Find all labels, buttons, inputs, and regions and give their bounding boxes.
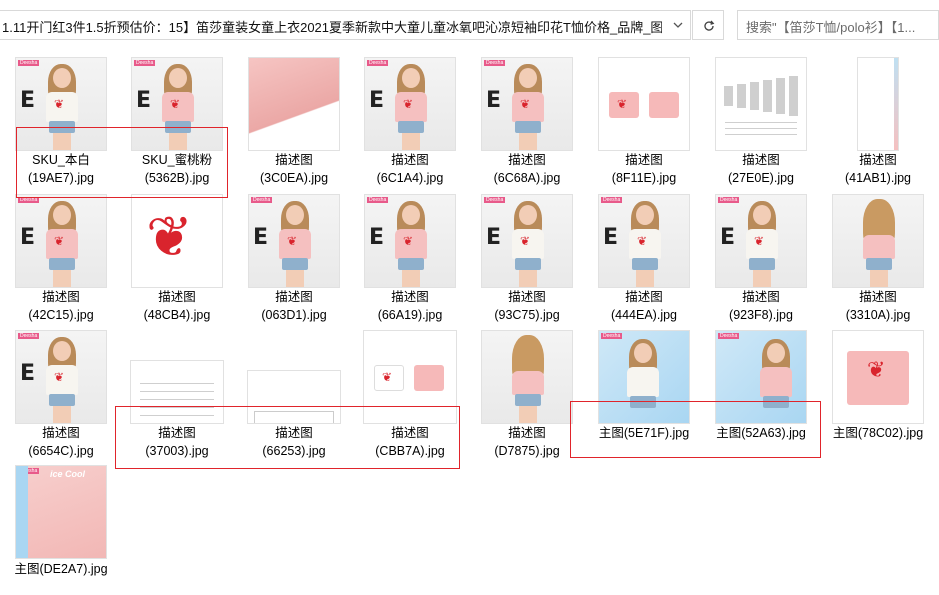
file-name-line1: 描述图 — [275, 290, 313, 304]
file-name-line1: 描述图 — [275, 153, 313, 167]
file-name-line2: (063D1).jpg — [261, 308, 327, 322]
file-name-line1: 描述图 — [158, 290, 196, 304]
file-name-line2: (444EA).jpg — [610, 308, 677, 322]
file-name-line2: (6C68A).jpg — [493, 171, 561, 185]
file-name-line1: 描述图 — [42, 290, 80, 304]
file-name-line2: (3310A).jpg — [845, 308, 911, 322]
file-name-line1: 描述图 — [391, 290, 429, 304]
file-name: 描述图 (D7875).jpg — [471, 424, 583, 460]
file-name: 描述图 (6C1A4).jpg — [354, 151, 466, 187]
file-thumbnail — [249, 58, 339, 150]
brand-badge: Deesha — [251, 197, 273, 203]
address-bar[interactable]: 1.11开门红3件1.5折预估价：15】笛莎童装女童上衣2021夏季新款中大童儿… — [0, 10, 691, 40]
file-name: 描述图 (93C75).jpg — [471, 288, 583, 324]
brand-badge: Deesha — [601, 197, 623, 203]
file-name-line2: (3C0EA).jpg — [259, 171, 329, 185]
file-thumbnail: Deesha E ❦ — [16, 195, 106, 287]
file-name-line1: 主图(DE2A7).jpg — [14, 562, 108, 576]
file-name: 描述图 (923F8).jpg — [705, 288, 817, 324]
file-name-line1: 描述图 — [859, 290, 897, 304]
file-thumbnail: Deesha E ❦ — [249, 195, 339, 287]
file-name-line2: (27E0E).jpg — [727, 171, 794, 185]
file-thumbnail — [716, 58, 806, 150]
search-input[interactable]: 搜索"【笛莎T恤/polo衫】【1... — [737, 10, 939, 40]
address-path: 1.11开门红3件1.5折预估价：15】笛莎童装女童上衣2021夏季新款中大童儿… — [2, 20, 662, 35]
file-name-line2: (D7875).jpg — [494, 444, 560, 458]
file-thumbnail: Deesha E ❦ — [482, 58, 572, 150]
file-name-line2: (93C75).jpg — [494, 308, 560, 322]
brand-badge: Deesha — [367, 60, 389, 66]
file-name: 描述图 (27E0E).jpg — [705, 151, 817, 187]
file-name: 描述图 (8F11E).jpg — [588, 151, 700, 187]
file-name-line1: 描述图 — [391, 153, 429, 167]
file-name: 描述图 (3C0EA).jpg — [238, 151, 350, 187]
file-name-line2: (66A19).jpg — [377, 308, 443, 322]
file-thumbnail: ❦ — [833, 331, 923, 423]
file-name-line1: 描述图 — [625, 153, 663, 167]
file-name-line1: 描述图 — [625, 290, 663, 304]
file-name-line1: 描述图 — [742, 290, 780, 304]
file-name-line1: 描述图 — [42, 426, 80, 440]
file-name: 主图(78C02).jpg — [822, 424, 934, 442]
file-name-line2: (6654C).jpg — [28, 444, 94, 458]
highlight-box-main — [570, 401, 821, 458]
brand-badge: Deesha — [18, 333, 40, 339]
file-name-line1: 描述图 — [508, 426, 546, 440]
file-name-line2: (923F8).jpg — [729, 308, 793, 322]
file-thumbnail: ❦ — [599, 58, 689, 150]
file-name: 描述图 (444EA).jpg — [588, 288, 700, 324]
search-placeholder: 搜索"【笛莎T恤/polo衫】【1... — [746, 20, 916, 35]
file-name-line1: 描述图 — [859, 153, 897, 167]
file-name: 描述图 (41AB1).jpg — [822, 151, 934, 187]
file-name: 描述图 (6654C).jpg — [5, 424, 117, 460]
file-name-line1: 描述图 — [742, 153, 780, 167]
file-name: 描述图 (063D1).jpg — [238, 288, 350, 324]
file-thumbnail: Deesha E ❦ — [16, 331, 106, 423]
brand-badge: Deesha — [18, 60, 40, 66]
highlight-box-desc — [115, 406, 460, 469]
file-name: 描述图 (48CB4).jpg — [121, 288, 233, 324]
file-name: 描述图 (3310A).jpg — [822, 288, 934, 324]
file-name-line2: (6C1A4).jpg — [376, 171, 444, 185]
file-thumbnail: ❦ — [132, 195, 222, 287]
file-name-line2: (42C15).jpg — [28, 308, 94, 322]
file-name: 描述图 (42C15).jpg — [5, 288, 117, 324]
file-name-line2: (48CB4).jpg — [143, 308, 211, 322]
brand-badge: Deesha — [601, 333, 623, 339]
brand-badge: Deesha — [134, 60, 156, 66]
address-toolbar: 1.11开门红3件1.5折预估价：15】笛莎童装女童上衣2021夏季新款中大童儿… — [0, 0, 939, 50]
file-name: 描述图 (6C68A).jpg — [471, 151, 583, 187]
file-thumbnail — [833, 195, 923, 287]
refresh-button[interactable] — [692, 10, 724, 40]
file-thumbnail: Deesha E ❦ — [599, 195, 689, 287]
file-name: 主图(DE2A7).jpg — [5, 560, 117, 578]
chevron-down-icon[interactable] — [670, 17, 686, 33]
file-name-line1: 描述图 — [508, 290, 546, 304]
file-thumbnail — [482, 331, 572, 423]
brand-badge: Deesha — [367, 197, 389, 203]
refresh-icon — [704, 20, 715, 31]
file-name-line1: 描述图 — [508, 153, 546, 167]
brand-badge: Deesha — [484, 197, 506, 203]
file-name-line2: (8F11E).jpg — [611, 171, 677, 185]
file-thumbnail: Deesha E ❦ — [482, 195, 572, 287]
file-thumbnail: Deesha E ❦ — [365, 58, 455, 150]
file-thumbnail: Deesha E ❦ — [716, 195, 806, 287]
file-name-line2: (41AB1).jpg — [844, 171, 911, 185]
file-thumbnail: Deesha ice Cool — [16, 466, 106, 558]
highlight-box-sku — [16, 127, 228, 198]
brand-badge: Deesha — [718, 333, 740, 339]
brand-badge: Deesha — [484, 60, 506, 66]
brand-badge: Deesha — [718, 197, 740, 203]
file-name-line1: 主图(78C02).jpg — [832, 426, 924, 440]
cool-text: ice Cool — [50, 469, 86, 479]
file-thumbnail — [858, 58, 898, 150]
file-thumbnail: Deesha E ❦ — [365, 195, 455, 287]
file-name: 描述图 (66A19).jpg — [354, 288, 466, 324]
